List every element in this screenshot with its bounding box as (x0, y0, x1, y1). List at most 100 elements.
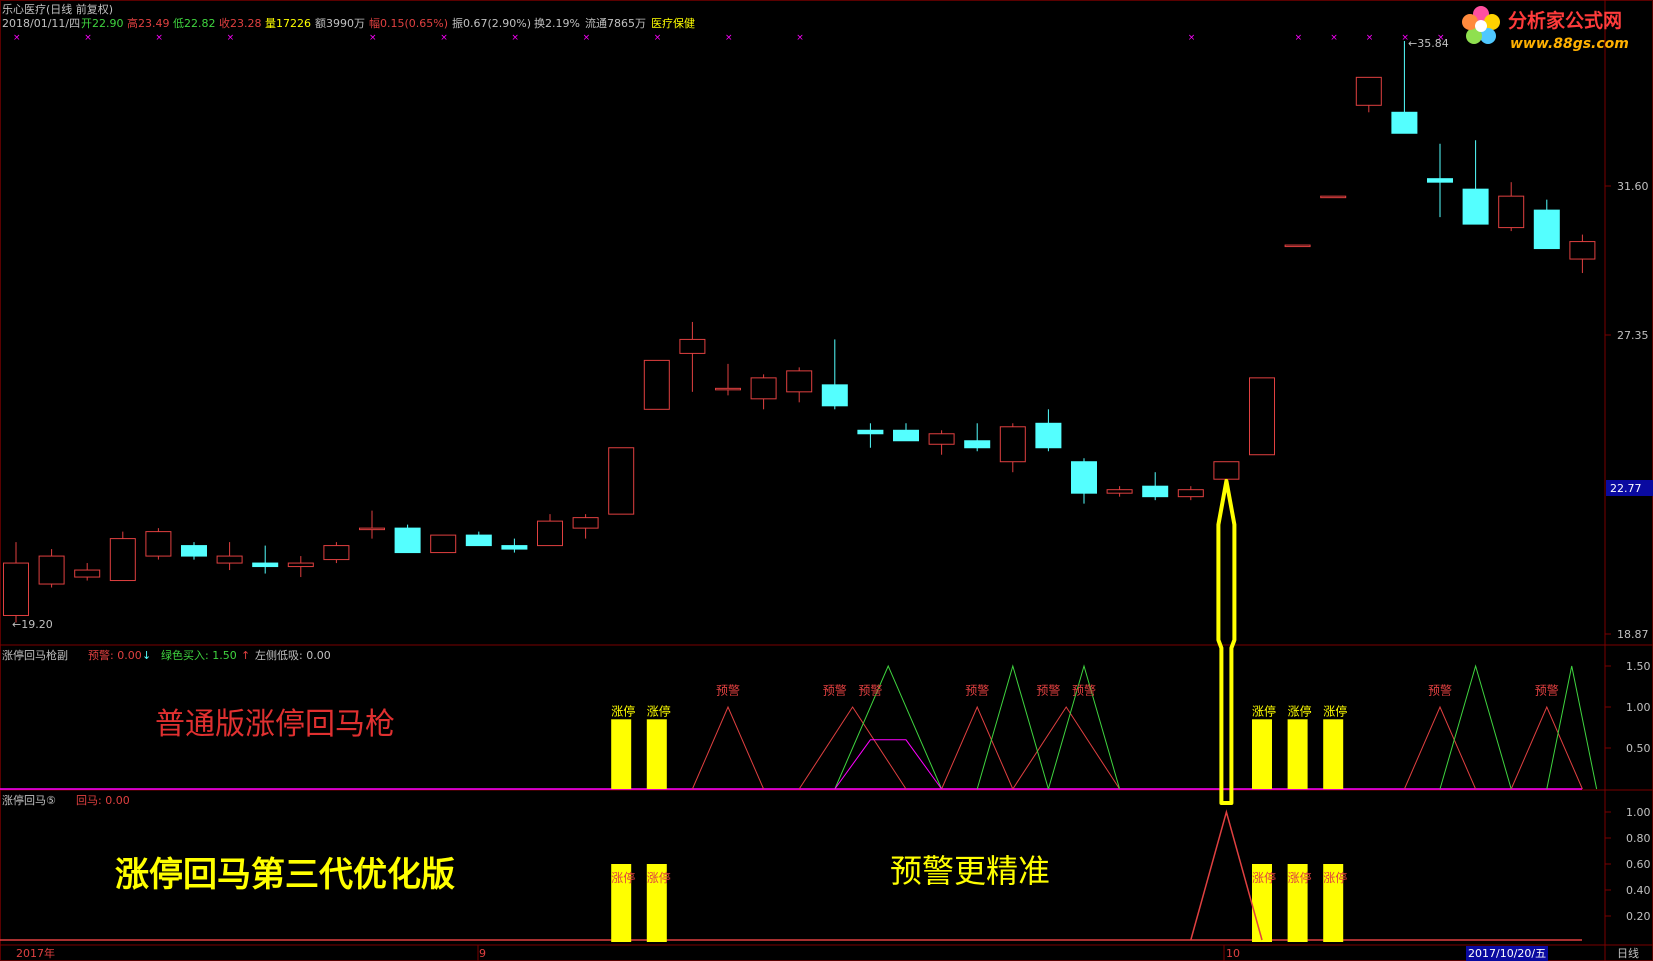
candle-body (430, 534, 457, 554)
panel1-limit-up-bar (611, 719, 632, 789)
quote-amplitude: 振0.67(2.90%) (452, 16, 531, 30)
panel1-warn-label: 预警 (1535, 683, 1559, 698)
candle (857, 423, 884, 448)
candle (1071, 458, 1097, 504)
candle (679, 321, 706, 392)
candle-body (3, 562, 29, 616)
candle-body (1427, 178, 1453, 183)
panel2-tick-0-20: 0.20 (1626, 910, 1651, 923)
signal-mark: × (155, 33, 163, 43)
candle-body (1142, 485, 1169, 498)
candle (893, 423, 919, 442)
site-logo: 分析家公式网 www.88gs.com (1462, 6, 1629, 52)
panel2-overlay-text-1: 涨停回马第三代优化版 (115, 855, 455, 895)
candle (750, 374, 777, 410)
quote-low: 低22.82 (173, 17, 216, 30)
top-signal-marks: × × × × × × × × × × × × × × × × × (13, 33, 1445, 43)
price-tick-27-35: 27.35 (1617, 329, 1649, 342)
panel1-warn-line (1012, 706, 1121, 790)
candle (572, 514, 599, 539)
signal-mark: × (1330, 33, 1338, 43)
candle (394, 524, 421, 554)
panel1-warn-line (1403, 705, 1477, 790)
panel1-warn-arrow-icon: ↓ (142, 649, 151, 662)
candle-body (181, 545, 207, 557)
candle-body (857, 429, 884, 435)
signal-mark: × (1366, 33, 1374, 43)
candle-body (964, 440, 991, 449)
high-price-annotation: ←35.84 (1408, 37, 1449, 50)
candle (786, 367, 813, 403)
panel2-limit-up-label: 涨停 (1252, 870, 1276, 885)
candle (501, 538, 528, 553)
candle-body (1569, 241, 1596, 260)
panel1-limit-up-bar (646, 719, 667, 789)
panel2-title: 涨停回马⑤ (2, 793, 56, 807)
candle (465, 531, 492, 547)
logo-url: www.88gs.com (1510, 36, 1629, 52)
candle-body (608, 447, 635, 515)
quote-turnover: 换2.19% (534, 16, 580, 30)
candle-body (643, 359, 670, 410)
panel2-tick-0-60: 0.60 (1626, 858, 1651, 871)
candle (430, 534, 457, 554)
quote-volume: 量17226 (265, 17, 311, 30)
panel1-warn-label: 预警 (1428, 683, 1452, 698)
candle (608, 447, 635, 515)
candle (3, 542, 29, 623)
candle (287, 556, 314, 578)
x-label-10: 10 (1226, 947, 1240, 960)
panel1-limit-up-label: 涨停 (611, 703, 635, 718)
panel2-limit-up-label: 涨停 (1323, 870, 1347, 885)
x-label-9: 9 (479, 947, 486, 960)
signal-mark: × (511, 33, 519, 43)
candles (3, 41, 1596, 623)
period-label: 日线 (1617, 946, 1639, 960)
current-price-label: 22.77 (1610, 482, 1642, 495)
candle-body (1355, 76, 1382, 106)
panel1-limit-up-bar (1287, 719, 1308, 789)
panel1-warn-label: 预警 (1072, 683, 1096, 698)
panel1-green-buy-line (834, 664, 943, 790)
candle-body (1462, 188, 1489, 225)
logo-brand: 分析家公式网 (1508, 9, 1622, 32)
candle (1320, 195, 1347, 199)
candle-body (109, 538, 136, 582)
candle-body (252, 562, 279, 568)
candle (715, 363, 741, 396)
candle (537, 514, 563, 547)
panel1-warn-line (1510, 705, 1583, 790)
candle-body (287, 562, 314, 568)
candle (38, 549, 65, 588)
candle-body (1035, 422, 1062, 449)
panel1-warn-label: 预警 (858, 683, 882, 698)
panel1-up-arrow-icon: ↑ (241, 649, 250, 662)
candle (1035, 409, 1062, 452)
panel1-limit-up-label: 涨停 (1288, 703, 1312, 718)
signal-mark: × (440, 33, 448, 43)
candle-body (359, 527, 385, 531)
panel1-warn-line (941, 705, 1014, 790)
candle-body (323, 545, 350, 561)
candle-body (893, 429, 919, 442)
panel1-y-axis: 1.50 1.00 0.50 (1605, 660, 1651, 755)
price-tick-18-87: 18.87 (1617, 628, 1649, 641)
signal-arrow-icon (1216, 478, 1237, 805)
candle (1533, 199, 1560, 250)
panel1-tick-1-00: 1.00 (1626, 701, 1651, 714)
candle (109, 531, 136, 582)
panel2-overlay-text-2: 预警更精准 (890, 852, 1050, 890)
candle (1177, 486, 1204, 501)
candle (1355, 76, 1382, 113)
stock-chart: 乐心医疗(日线 前复权) 2018/01/11/四 开22.90 高23.49 … (0, 0, 1653, 961)
signal-mark: × (725, 33, 733, 43)
candle-body (1320, 195, 1347, 199)
candle-body (1284, 244, 1311, 248)
panel2-tick-0-80: 0.80 (1626, 832, 1651, 845)
candle (643, 359, 670, 410)
signal-mark: × (84, 33, 92, 43)
panel2-limit-up-label: 涨停 (647, 870, 671, 885)
panel1-warn-label: 预警 (1036, 683, 1060, 698)
candle-body (1533, 209, 1560, 250)
panel1-limit-up-bar (1323, 719, 1344, 789)
